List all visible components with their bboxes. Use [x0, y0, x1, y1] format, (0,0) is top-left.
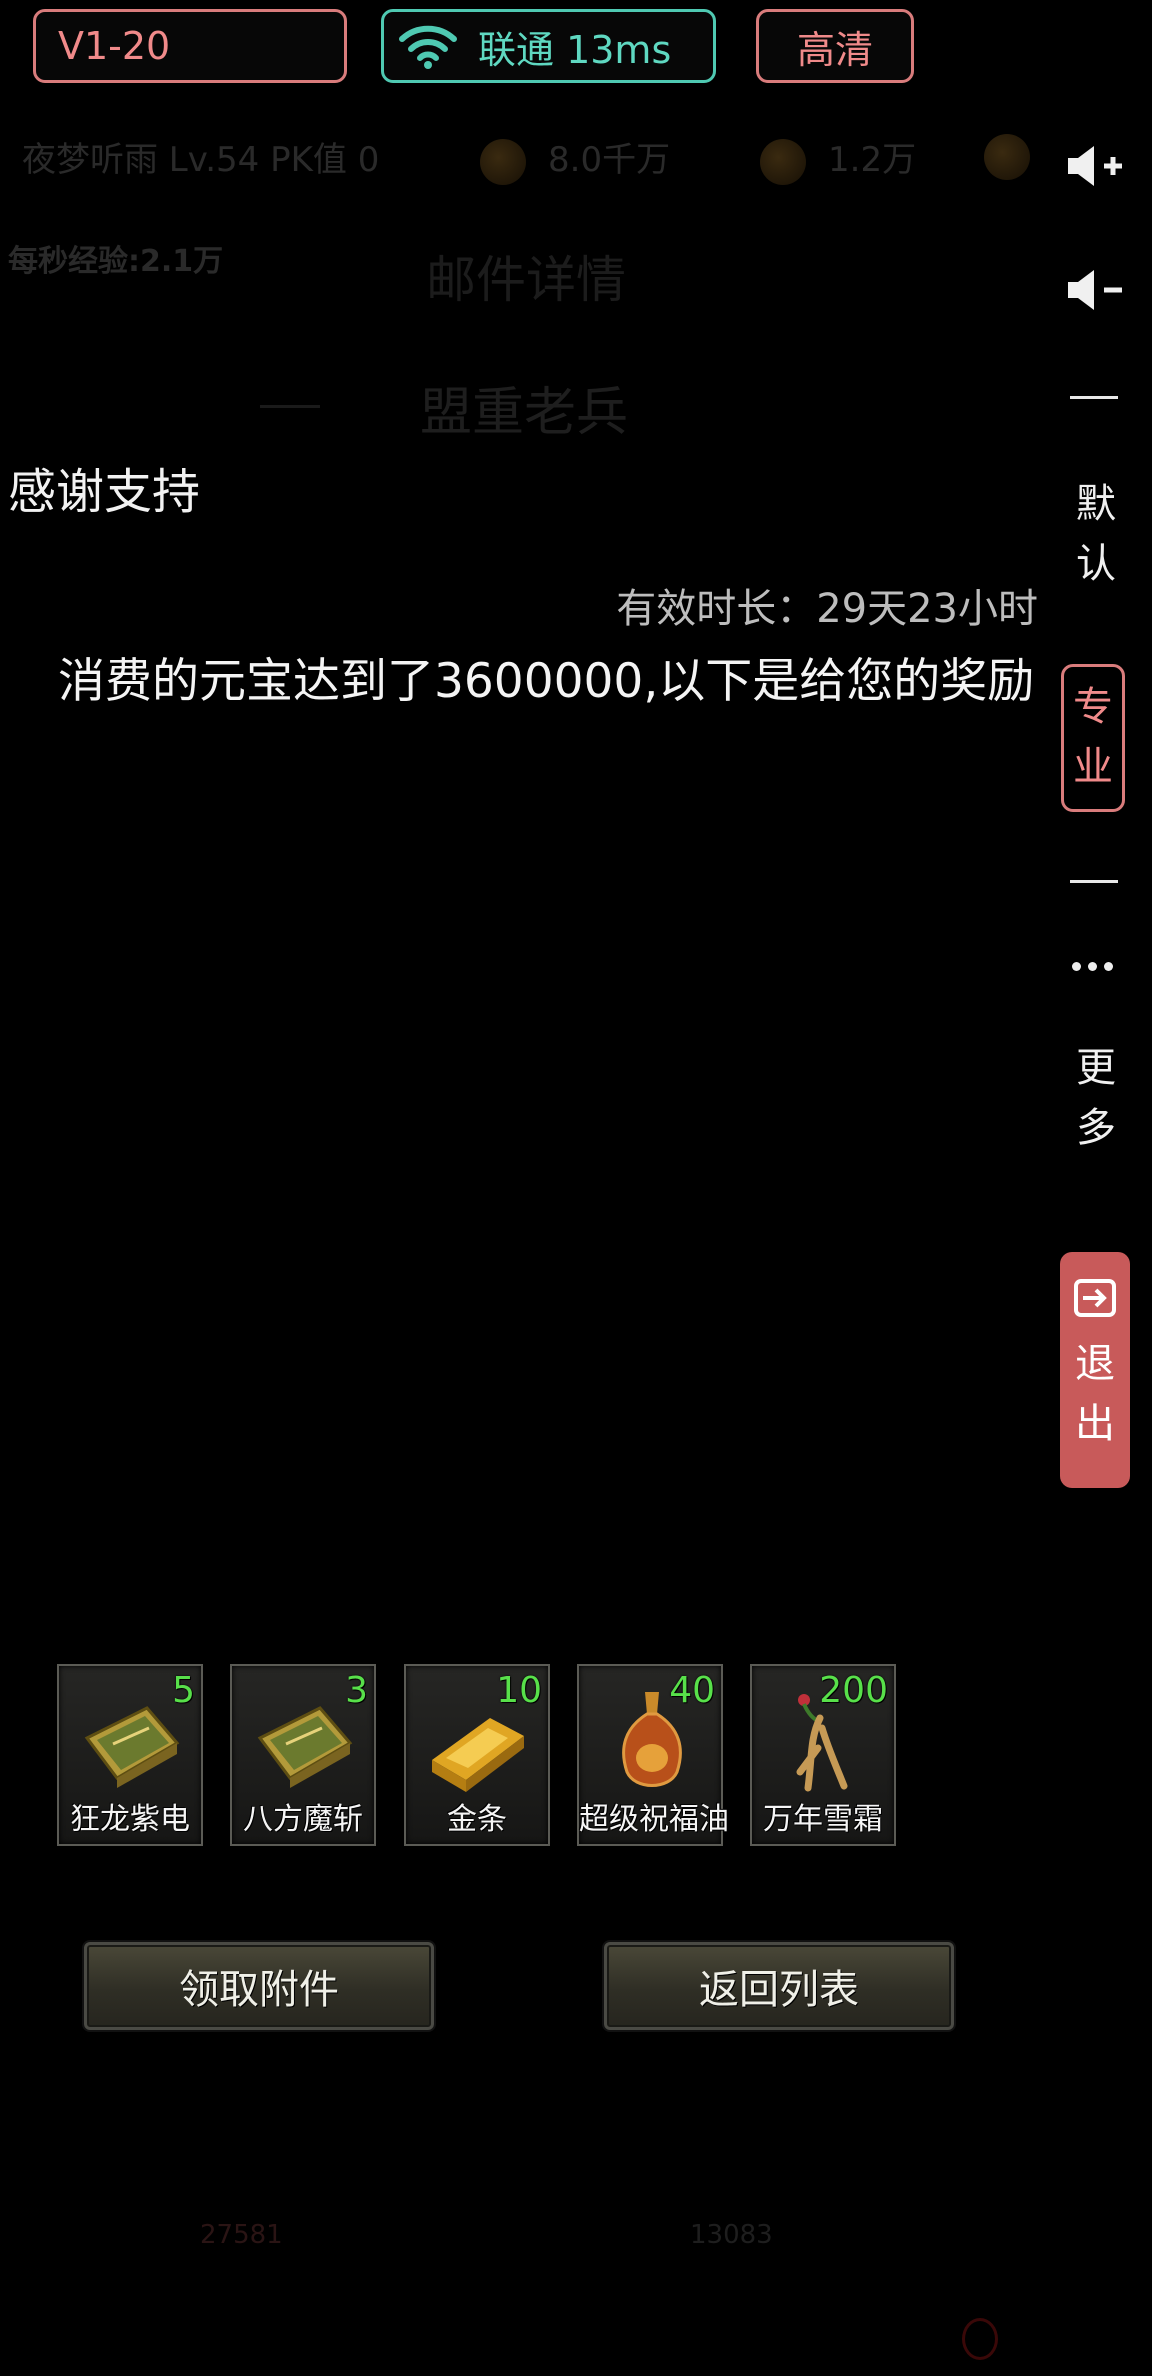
gem-icon — [760, 138, 806, 185]
background-subtitle: 盟重老兵 — [420, 383, 629, 443]
gem-balance: 1.2万 — [760, 132, 916, 185]
reward-count: 40 — [669, 1670, 715, 1711]
wifi-icon — [399, 25, 457, 69]
reward-slot[interactable]: 5 狂龙紫电 — [57, 1664, 203, 1846]
pro-mode-button[interactable]: 专业 — [1061, 664, 1125, 812]
sidebar-divider — [1070, 880, 1118, 883]
background-stat-right: 13083 — [690, 2220, 773, 2250]
background-ring-icon — [962, 2318, 998, 2360]
background-title: 邮件详情 — [426, 251, 626, 309]
reward-count: 200 — [819, 1670, 888, 1711]
network-status[interactable]: 联通 13ms — [381, 9, 716, 83]
claim-attachments-label: 领取附件 — [179, 1967, 339, 2013]
claim-attachments-button[interactable]: 领取附件 — [84, 1942, 434, 2030]
back-to-list-button[interactable]: 返回列表 — [604, 1942, 954, 2030]
gem-amount: 1.2万 — [828, 140, 917, 180]
version-badge[interactable]: V1-20 — [33, 9, 347, 83]
reward-count: 5 — [172, 1670, 195, 1711]
coin-icon — [480, 138, 526, 185]
volume-up-icon[interactable] — [1064, 142, 1128, 190]
reward-name: 八方魔斩 — [243, 1802, 363, 1837]
exit-label: 退出 — [1075, 1341, 1115, 1447]
player-info: 夜梦听雨 Lv.54 PK值 0 — [22, 140, 380, 180]
quality-button[interactable]: 高清 — [756, 9, 914, 83]
exit-icon — [1074, 1279, 1116, 1317]
skill-book-icon — [257, 1706, 353, 1788]
more-button[interactable]: 更多 — [1076, 1038, 1116, 1158]
reward-name: 金条 — [447, 1802, 507, 1837]
volume-down-icon[interactable] — [1064, 266, 1128, 314]
reward-slot[interactable]: 10 金条 — [404, 1664, 550, 1846]
mail-title: 感谢支持 — [8, 464, 201, 520]
sidebar-divider — [1070, 396, 1118, 399]
coin-amount: 8.0千万 — [548, 140, 671, 180]
background-stat-left: 27581 — [200, 2220, 283, 2250]
mail-validity: 有效时长：29天23小时 — [616, 586, 1038, 632]
quality-label: 高清 — [796, 27, 873, 72]
settings-icon — [984, 134, 1030, 180]
reward-name: 超级祝福油 — [579, 1802, 729, 1837]
reward-name: 万年雪霜 — [763, 1802, 883, 1837]
skill-book-icon — [84, 1706, 180, 1788]
more-dots-icon[interactable] — [1072, 962, 1113, 971]
back-to-list-label: 返回列表 — [699, 1967, 859, 2013]
reward-count: 10 — [496, 1670, 542, 1711]
reward-slot[interactable]: 200 万年雪霜 — [750, 1664, 896, 1846]
mail-body: 消费的元宝达到了3600000,以下是给您的奖励 — [58, 654, 1035, 709]
exp-rate: 每秒经验:2.1万 — [8, 244, 224, 279]
reward-slot[interactable]: 3 八方魔斩 — [230, 1664, 376, 1846]
default-mode-button[interactable]: 默认 — [1076, 474, 1116, 594]
network-label: 联通 13ms — [478, 27, 672, 72]
version-label: V1-20 — [58, 24, 171, 68]
reward-name: 狂龙紫电 — [70, 1802, 190, 1837]
reward-slot[interactable]: 40 超级祝福油 — [577, 1664, 729, 1846]
exit-button[interactable]: 退出 — [1060, 1252, 1130, 1488]
reward-count: 3 — [345, 1670, 368, 1711]
title-divider — [260, 405, 320, 408]
coin-balance: 8.0千万 — [480, 132, 670, 185]
